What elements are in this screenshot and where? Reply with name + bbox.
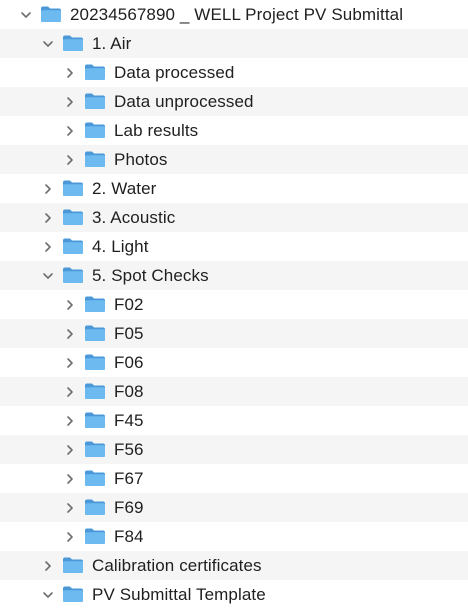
tree-row-label: F45 [114, 411, 144, 430]
chevron-right-icon[interactable] [42, 203, 54, 232]
folder-icon [62, 237, 84, 255]
chevron-right-icon[interactable] [64, 406, 76, 435]
tree-row-f45[interactable]: F45 [0, 406, 468, 435]
tree-row-label: 3. Acoustic [92, 208, 176, 227]
tree-row-label: F84 [114, 527, 144, 546]
tree-row-f84[interactable]: F84 [0, 522, 468, 551]
tree-row-root-folder[interactable]: 20234567890 _ WELL Project PV Submittal [0, 0, 468, 29]
tree-row-f56[interactable]: F56 [0, 435, 468, 464]
tree-row-label: F69 [114, 498, 144, 517]
chevron-down-icon[interactable] [42, 580, 54, 609]
chevron-right-icon[interactable] [64, 87, 76, 116]
chevron-right-icon[interactable] [42, 551, 54, 580]
folder-icon [62, 556, 84, 574]
tree-row-label: PV Submittal Template [92, 585, 266, 604]
tree-row-label: 5. Spot Checks [92, 266, 209, 285]
folder-icon [62, 266, 84, 284]
tree-row-water[interactable]: 2. Water [0, 174, 468, 203]
tree-row-label: F56 [114, 440, 144, 459]
tree-row-label: Data unprocessed [114, 92, 254, 111]
folder-icon [84, 324, 106, 342]
tree-row-label: F05 [114, 324, 144, 343]
tree-row-f67[interactable]: F67 [0, 464, 468, 493]
chevron-right-icon[interactable] [64, 435, 76, 464]
chevron-right-icon[interactable] [64, 493, 76, 522]
folder-icon [84, 63, 106, 81]
tree-row-f08[interactable]: F08 [0, 377, 468, 406]
tree-row-f05[interactable]: F05 [0, 319, 468, 348]
folder-icon [62, 208, 84, 226]
tree-row-acoustic[interactable]: 3. Acoustic [0, 203, 468, 232]
tree-row-data-processed[interactable]: Data processed [0, 58, 468, 87]
folder-icon [84, 353, 106, 371]
tree-row-label: F08 [114, 382, 144, 401]
tree-row-photos[interactable]: Photos [0, 145, 468, 174]
chevron-down-icon[interactable] [20, 0, 32, 29]
tree-row-f69[interactable]: F69 [0, 493, 468, 522]
tree-row-calibration-certificates[interactable]: Calibration certificates [0, 551, 468, 580]
folder-icon [84, 121, 106, 139]
tree-row-f02[interactable]: F02 [0, 290, 468, 319]
tree-row-label: 1. Air [92, 34, 132, 53]
tree-row-lab-results[interactable]: Lab results [0, 116, 468, 145]
folder-icon [40, 5, 62, 23]
tree-row-label: F02 [114, 295, 144, 314]
chevron-down-icon[interactable] [42, 29, 54, 58]
folder-icon [84, 469, 106, 487]
folder-icon [62, 34, 84, 52]
tree-row-label: F06 [114, 353, 144, 372]
chevron-right-icon[interactable] [64, 145, 76, 174]
chevron-right-icon[interactable] [42, 232, 54, 261]
chevron-right-icon[interactable] [42, 174, 54, 203]
tree-row-air[interactable]: 1. Air [0, 29, 468, 58]
tree-row-label: Photos [114, 150, 168, 169]
folder-icon [84, 382, 106, 400]
chevron-right-icon[interactable] [64, 522, 76, 551]
chevron-right-icon[interactable] [64, 464, 76, 493]
tree-row-label: 4. Light [92, 237, 149, 256]
folder-icon [62, 585, 84, 603]
tree-row-data-unprocessed[interactable]: Data unprocessed [0, 87, 468, 116]
tree-row-label: F67 [114, 469, 144, 488]
tree-row-pv-submittal-template[interactable]: PV Submittal Template [0, 580, 468, 609]
chevron-right-icon[interactable] [64, 290, 76, 319]
chevron-right-icon[interactable] [64, 58, 76, 87]
folder-icon [84, 527, 106, 545]
folder-icon [84, 92, 106, 110]
folder-icon [84, 150, 106, 168]
tree-row-light[interactable]: 4. Light [0, 232, 468, 261]
tree-row-label: Data processed [114, 63, 235, 82]
folder-icon [62, 179, 84, 197]
chevron-right-icon[interactable] [64, 319, 76, 348]
tree-row-label: Lab results [114, 121, 199, 140]
tree-row-label: Calibration certificates [92, 556, 262, 575]
tree-row-spot-checks[interactable]: 5. Spot Checks [0, 261, 468, 290]
chevron-right-icon[interactable] [64, 348, 76, 377]
chevron-right-icon[interactable] [64, 377, 76, 406]
tree-row-label: 20234567890 _ WELL Project PV Submittal [70, 5, 404, 24]
chevron-down-icon[interactable] [42, 261, 54, 290]
folder-icon [84, 498, 106, 516]
finder-tree: 20234567890 _ WELL Project PV Submittal … [0, 0, 468, 609]
tree-row-f06[interactable]: F06 [0, 348, 468, 377]
tree-row-label: 2. Water [92, 179, 157, 198]
folder-icon [84, 295, 106, 313]
chevron-right-icon[interactable] [64, 116, 76, 145]
folder-icon [84, 411, 106, 429]
folder-icon [84, 440, 106, 458]
